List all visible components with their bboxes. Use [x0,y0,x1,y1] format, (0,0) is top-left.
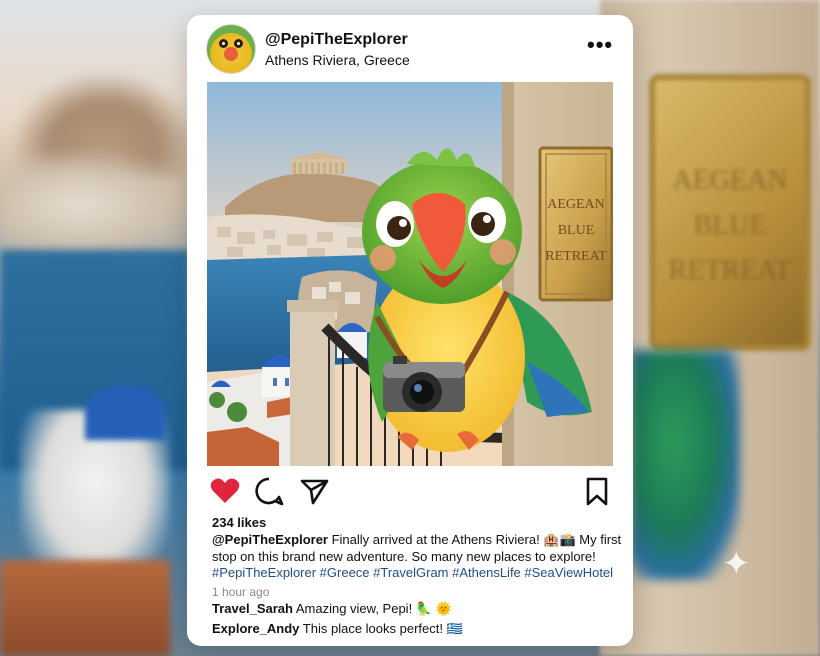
post-caption: @PepiTheExplorer Finally arrived at the … [212,532,628,582]
background-roofs [0,560,170,656]
paper-plane-icon[interactable] [298,475,330,507]
post-card: @PepiTheExplorer Athens Riviera, Greece … [187,15,633,646]
post-username[interactable]: @PepiTheExplorer [265,31,408,49]
likes-count[interactable]: 234 likes [212,515,266,530]
background-plaque: AEGEAN BLUE RETREAT [655,80,805,345]
comment-bubble-icon[interactable] [253,475,285,507]
post-actions [187,475,633,509]
background-plaque-line: BLUE [693,210,767,241]
avatar-eye [219,39,228,48]
avatar-eye [234,39,243,48]
post-header: @PepiTheExplorer Athens Riviera, Greece … [187,15,633,81]
avatar-beak [224,47,238,61]
comment-username[interactable]: Explore_Andy [212,621,299,636]
sparkle-icon: ✦ [722,545,751,583]
caption-hashtags[interactable]: #PepiTheExplorer #Greece #TravelGram #At… [212,565,613,580]
plaque-line: RETREAT [545,249,607,264]
comment-text: This place looks perfect! 🇬🇷 [299,621,463,636]
heart-icon[interactable] [209,475,241,507]
post-location[interactable]: Athens Riviera, Greece [265,52,410,68]
avatar[interactable] [206,24,256,74]
bookmark-icon[interactable] [581,475,613,507]
post-photo-illustration: AEGEAN BLUE RETREAT [207,82,613,466]
background-plaque-line: AEGEAN [672,165,788,196]
comment-username[interactable]: Travel_Sarah [212,601,293,616]
plaque-line: BLUE [558,223,595,238]
background-plaque-line: RETREAT [668,255,792,286]
background-blue-dome [85,385,165,440]
post-timestamp: 1 hour ago [212,585,270,599]
caption-username[interactable]: @PepiTheExplorer [212,532,328,547]
post-photo[interactable]: AEGEAN BLUE RETREAT [207,82,613,466]
more-dots-icon[interactable]: ••• [587,33,613,57]
plaque-line: AEGEAN [547,197,605,212]
comment: Travel_Sarah Amazing view, Pepi! 🦜 🌞 [212,601,452,617]
background-town [0,150,200,260]
comment-text: Amazing view, Pepi! 🦜 🌞 [292,601,452,616]
comment: Explore_Andy This place looks perfect! 🇬… [212,621,463,637]
